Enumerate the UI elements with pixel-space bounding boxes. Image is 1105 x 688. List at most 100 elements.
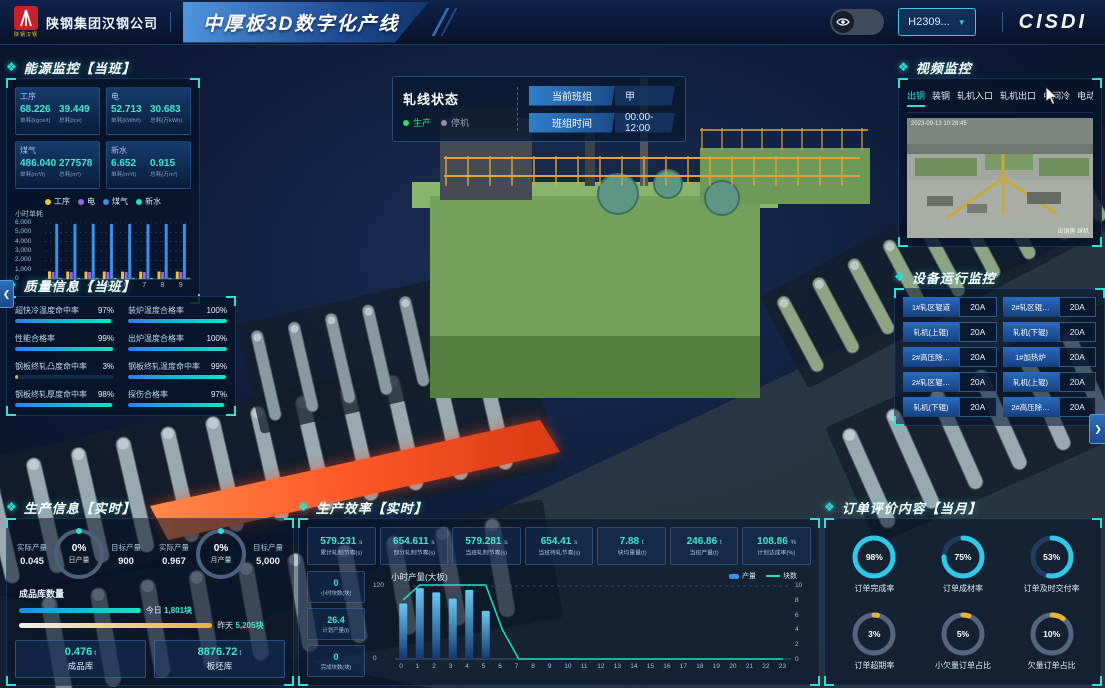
- side-card-value: 0: [333, 578, 338, 588]
- x-axis-tick: 4: [465, 663, 469, 670]
- inventory-title: 成品库数量: [19, 587, 285, 600]
- efficiency-value: 246.86 t: [687, 536, 722, 547]
- video-tab-电动辊[interactable]: 电动辊: [1077, 89, 1093, 107]
- gauge-right-value: 900: [111, 556, 141, 567]
- video-panel: ❖ 视频监控 出钢装钢轧机入口轧机出口中间冷电动辊 202: [898, 56, 1102, 247]
- cisdi-logo: CISDI: [1019, 11, 1087, 34]
- equipment-cell: 1#加热炉20A: [1003, 347, 1097, 367]
- quality-label: 探伤合格率: [128, 389, 168, 400]
- equipment-value: 20A: [1059, 347, 1097, 367]
- legend-dot-icon: [103, 199, 109, 205]
- donut-ring: 3%: [851, 611, 897, 657]
- x-axis-tick: 15: [647, 663, 654, 670]
- shift-time-row: 班组时间 00:00-12:00: [529, 113, 675, 133]
- logo-caption: 陕钢汉钢: [14, 31, 38, 38]
- order-donut: 3%订单超期率: [833, 604, 916, 677]
- panel-diamond-icon: ❖: [6, 500, 18, 514]
- efficiency-card: 579.281 s当班轧制节奏(s): [452, 527, 521, 565]
- x-axis-tick: 5: [482, 663, 486, 670]
- efficiency-label: 计划达成率(%): [758, 547, 796, 556]
- gauge-percent: 0%: [214, 543, 228, 554]
- quality-value: 3%: [102, 362, 114, 371]
- x-axis-tick: 9: [548, 663, 552, 670]
- quality-bar-fill: [128, 347, 227, 351]
- metric-value: 68.226: [20, 104, 56, 115]
- shift-time-key: 班组时间: [529, 113, 615, 133]
- left-axis-max: 120: [373, 582, 391, 589]
- slab-stock-card: 8876.72t 板坯库: [154, 640, 285, 678]
- x-axis-tick: 16: [663, 663, 670, 670]
- divider: [517, 87, 519, 131]
- gauge-right-label: 目标产量: [111, 542, 141, 553]
- x-axis-tick: 6: [498, 663, 502, 670]
- right-collapse-tab[interactable]: ❯: [1089, 414, 1105, 444]
- quality-value: 99%: [98, 334, 114, 343]
- gauge-ring: 0%月产量: [194, 527, 248, 581]
- legend-dot-icon: [136, 199, 142, 205]
- production-info-panel: ❖ 生产信息【实时】 实际产量0.0450%日产量目标产量900实际产量0.96…: [6, 496, 294, 686]
- quality-label: 出炉温度合格率: [128, 333, 184, 344]
- cctv-video-feed[interactable]: 2023-09-13 10:28:45 出钢侧 球机: [907, 118, 1093, 238]
- left-collapse-tab[interactable]: ❮: [0, 280, 14, 308]
- donut-percent: 98%: [851, 534, 897, 580]
- right-axis-tick: 2: [795, 641, 809, 648]
- right-axis-tick: 8: [795, 597, 809, 604]
- x-axis-tick: 12: [597, 663, 604, 670]
- metric-value: 30.683: [150, 104, 186, 115]
- energy-panel: ❖ 能源监控【当班】 工序68.226单耗(kgce/t)39.449总耗(tc…: [6, 56, 200, 304]
- video-tab-中间冷[interactable]: 中间冷: [1043, 89, 1070, 107]
- visibility-toggle[interactable]: [830, 9, 884, 35]
- efficiency-label: 累计轧制节奏(s): [320, 547, 362, 556]
- page-title: 中厚板3D数字化产线: [183, 2, 429, 43]
- x-axis-tick: 11: [581, 663, 588, 670]
- equipment-label: 2#轧区辊…: [903, 372, 959, 392]
- cctv-frame: [907, 118, 1093, 238]
- video-tab-轧机入口[interactable]: 轧机入口: [957, 89, 993, 107]
- equipment-cell: 1#轧区辊道20A: [903, 297, 997, 317]
- gauge-right-value: 5,000: [253, 556, 283, 567]
- x-axis-tick: 20: [729, 663, 736, 670]
- energy-card: 工序68.226单耗(kgce/t)39.449总耗(tce): [15, 87, 100, 135]
- gauge-percent: 0%: [72, 543, 86, 554]
- panel-diamond-icon: ❖: [898, 60, 910, 74]
- donut-percent: 75%: [940, 534, 986, 580]
- efficiency-label: 当班轧制节奏(s): [465, 547, 507, 556]
- y-axis-tick: 6,000: [15, 219, 41, 226]
- equipment-value: 20A: [959, 372, 997, 392]
- top-bar: 陕钢汉钢 陕钢集团汉钢公司 中厚板3D数字化产线 H2309... ▼ CISD…: [0, 0, 1105, 45]
- donut-percent: 53%: [1029, 534, 1075, 580]
- dashboard-root: 陕钢汉钢 陕钢集团汉钢公司 中厚板3D数字化产线 H2309... ▼ CISD…: [0, 0, 1105, 688]
- efficiency-label: 块均重量(t): [617, 547, 646, 556]
- equipment-value: 20A: [959, 297, 997, 317]
- metric-label: 单耗(kgce/t): [20, 115, 54, 124]
- device-select-dropdown[interactable]: H2309... ▼: [898, 8, 976, 36]
- efficiency-value: 654.41 s: [541, 536, 578, 547]
- video-tab-轧机出口[interactable]: 轧机出口: [1000, 89, 1036, 107]
- equipment-value: 20A: [959, 397, 997, 417]
- energy-chart-legend: 工序电煤气新水: [15, 196, 191, 207]
- quality-value: 98%: [98, 390, 114, 399]
- quality-item: 装炉温度合格率100%: [128, 305, 227, 323]
- equipment-grid: 1#轧区辊道20A2#轧区辊…20A轧机(上辊)20A轧机(下辊)20A2#高压…: [903, 297, 1096, 417]
- panel-diamond-icon: ❖: [6, 60, 18, 74]
- gauge-left-label: 实际产量: [17, 542, 47, 553]
- equipment-cell: 2#高压除…20A: [1003, 397, 1097, 417]
- x-axis-tick: 22: [762, 663, 769, 670]
- donut-ring: 75%: [940, 534, 986, 580]
- y-axis-tick: 1,000: [15, 266, 41, 273]
- x-axis-tick: 21: [746, 663, 753, 670]
- equipment-label: 2#轧区辊…: [1003, 297, 1059, 317]
- camera-label: 出钢侧 球机: [1057, 226, 1089, 235]
- inventory-bar-fill: [19, 608, 141, 613]
- efficiency-card: 654.41 s当班待轧节奏(s): [525, 527, 594, 565]
- video-tab-装钢[interactable]: 装钢: [932, 89, 950, 107]
- company-logo: 陕钢汉钢: [14, 6, 38, 38]
- energy-card-title: 煤气: [20, 145, 95, 156]
- side-card-label: 计划产量(t): [323, 625, 350, 633]
- equipment-cell: 2#轧区辊…20A: [1003, 297, 1097, 317]
- quality-label: 钢板终轧厚度命中率: [15, 389, 87, 400]
- video-tab-出钢[interactable]: 出钢: [907, 89, 925, 107]
- equipment-panel: ❖ 设备运行监控 1#轧区辊道20A2#轧区辊…20A轧机(上辊)20A轧机(下…: [894, 266, 1105, 426]
- donut-ring: 10%: [1029, 611, 1075, 657]
- camera-timestamp: 2023-09-13 10:28:45: [911, 121, 967, 127]
